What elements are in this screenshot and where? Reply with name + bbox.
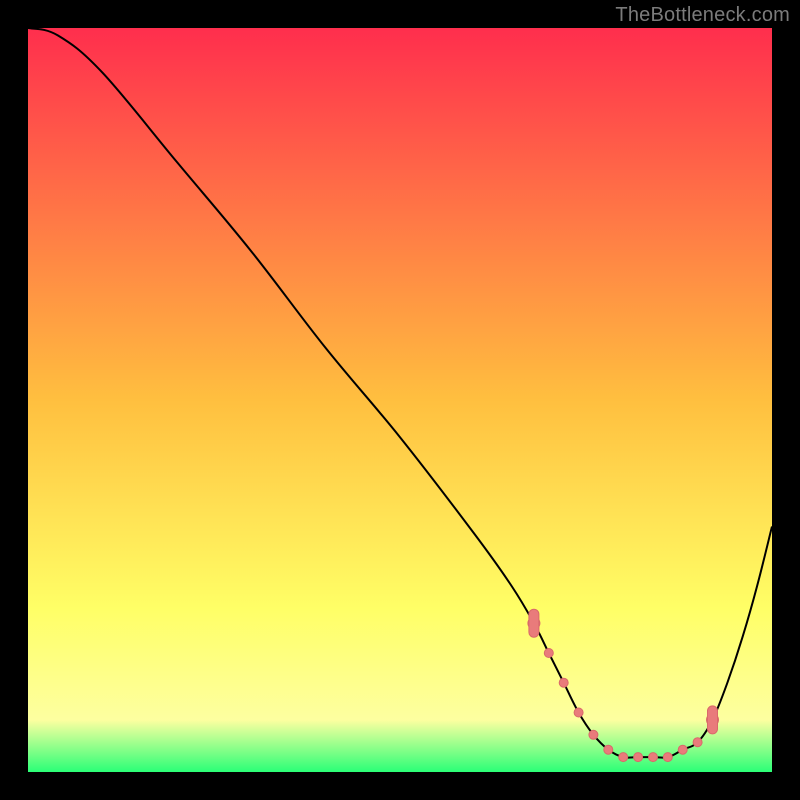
marker-endcap: [529, 609, 539, 637]
bottleneck-chart: [28, 28, 772, 772]
marker-dot: [663, 753, 672, 762]
marker-dot: [693, 738, 702, 747]
marker-dot: [574, 708, 583, 717]
marker-dot: [649, 753, 658, 762]
marker-dot: [604, 745, 613, 754]
chart-frame: TheBottleneck.com: [0, 0, 800, 800]
attribution-text: TheBottleneck.com: [615, 4, 790, 27]
marker-dot: [544, 649, 553, 658]
gradient-background: [28, 28, 772, 772]
marker-dot: [559, 678, 568, 687]
marker-dot: [678, 745, 687, 754]
marker-dot: [634, 753, 643, 762]
marker-dot: [619, 753, 628, 762]
marker-dot: [589, 730, 598, 739]
marker-endcap: [708, 706, 718, 734]
